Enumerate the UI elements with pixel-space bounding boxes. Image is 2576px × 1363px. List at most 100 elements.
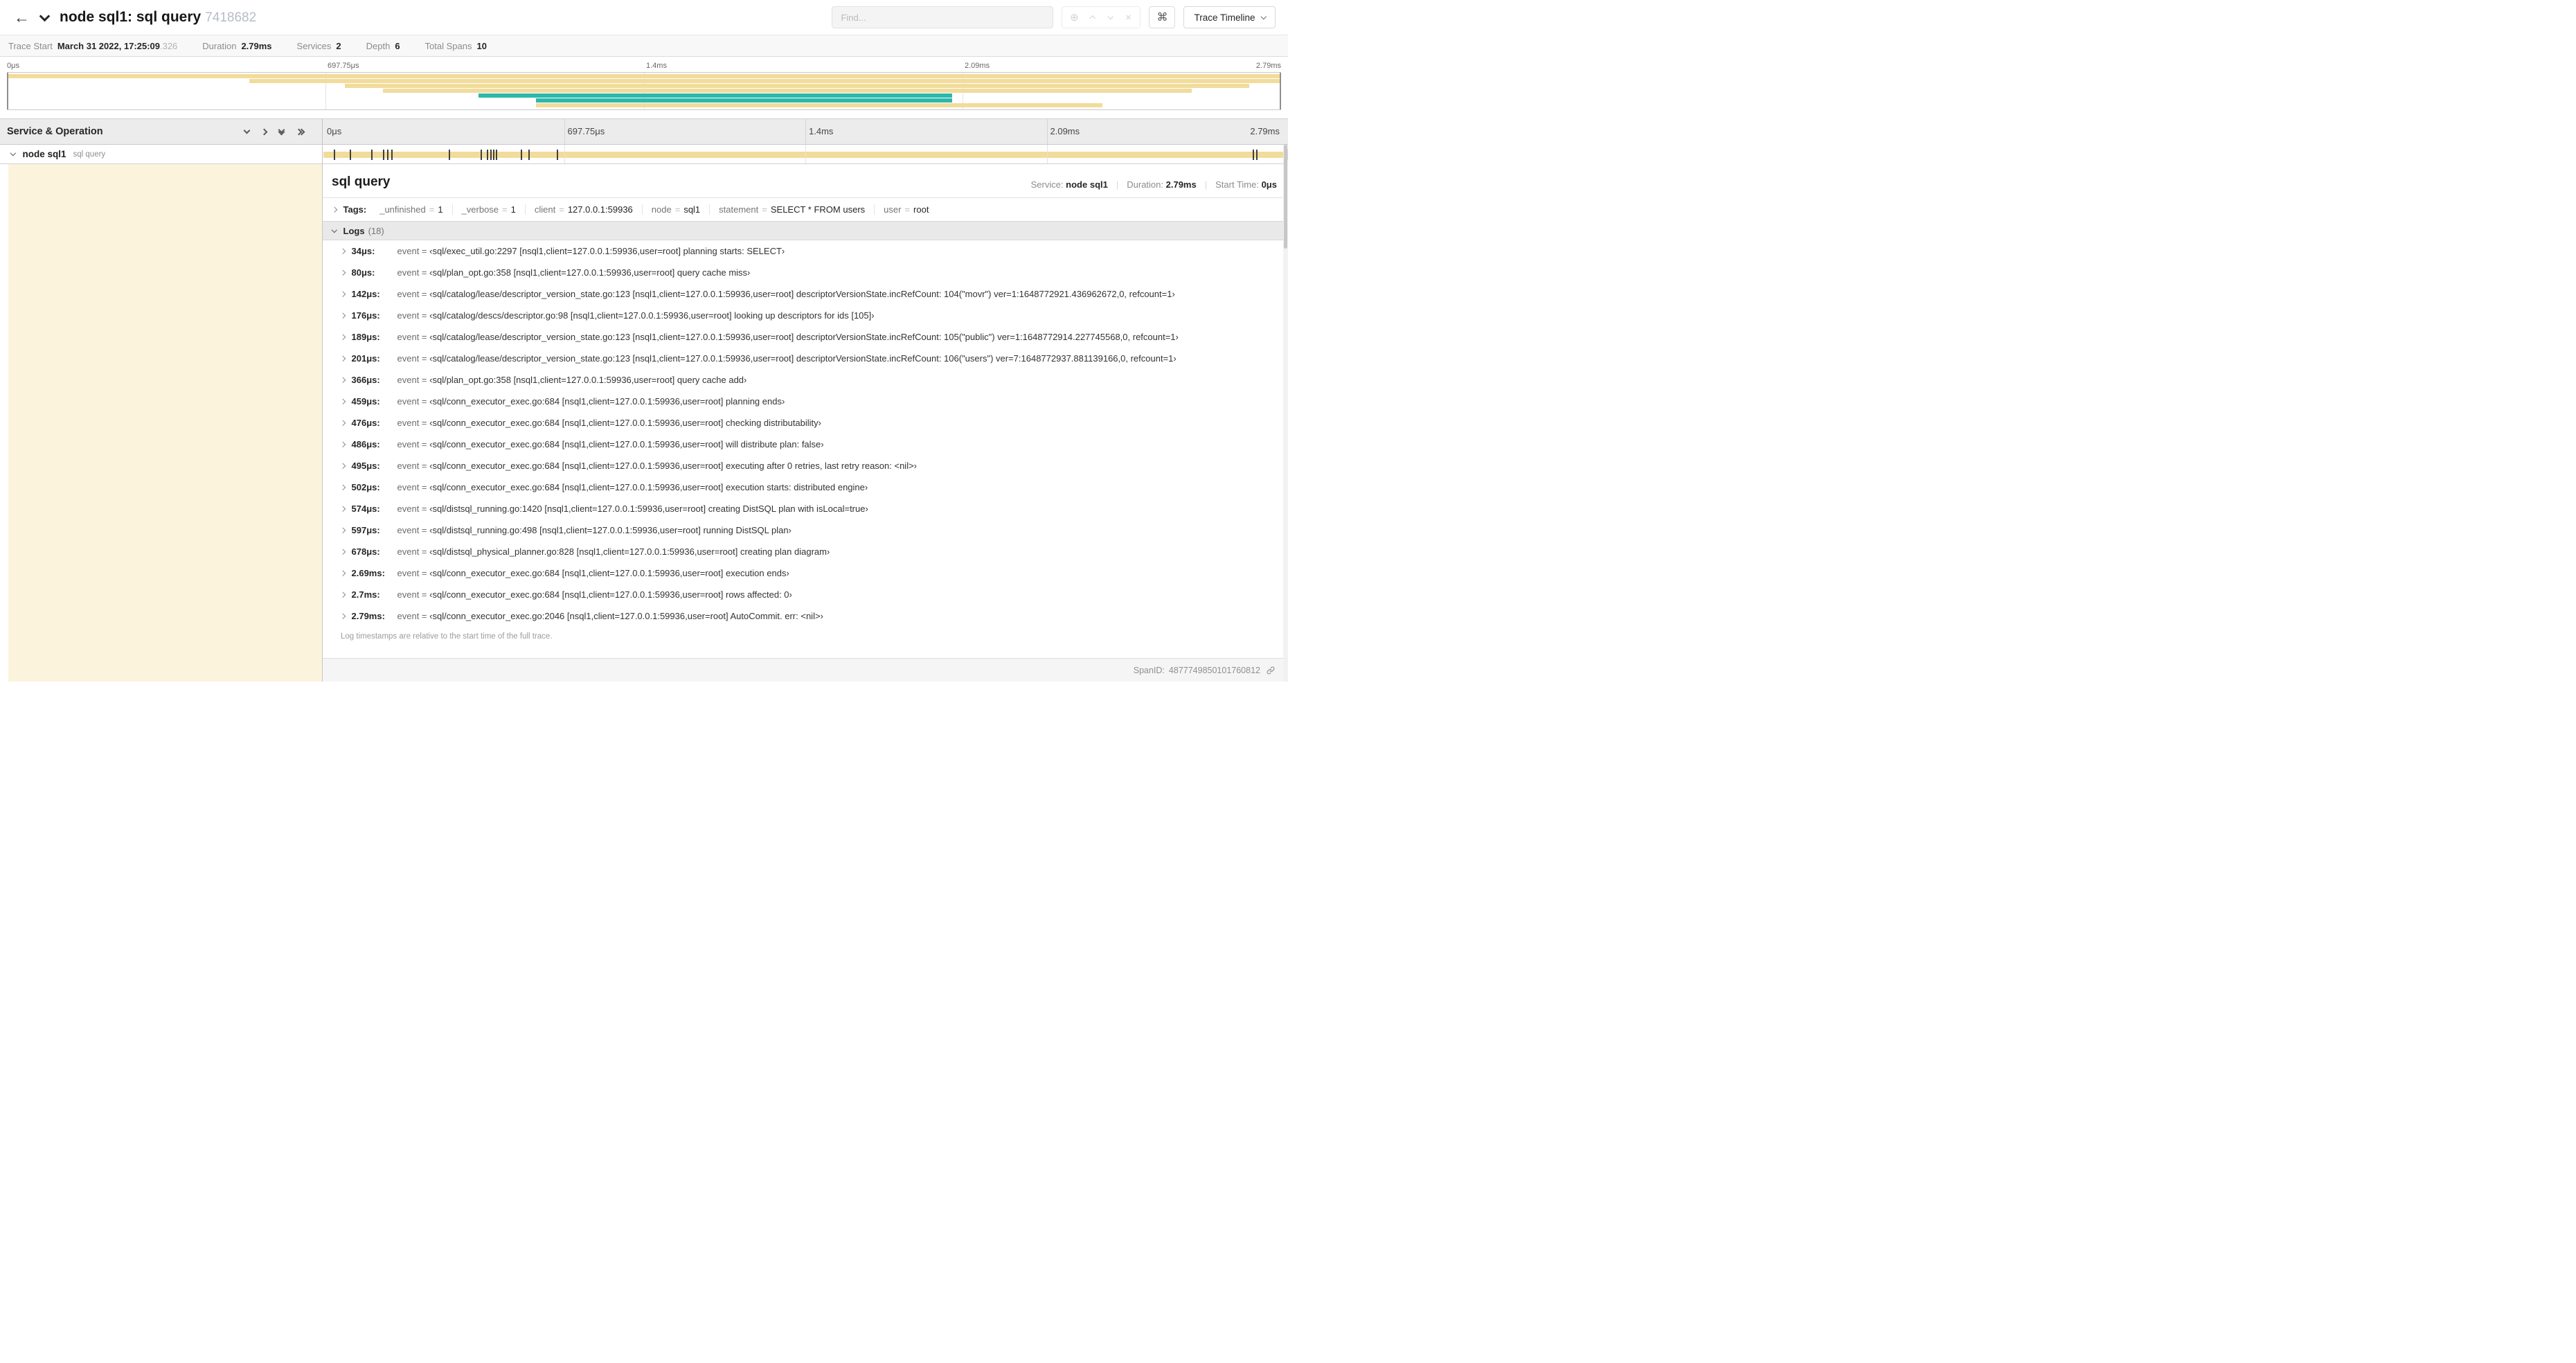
log-marker: [481, 150, 483, 160]
tag-equals: =: [762, 204, 767, 215]
log-row[interactable]: 476μs: event = ‹sql/conn_executor_exec.go…: [323, 412, 1288, 434]
chevron-right-icon: [339, 248, 346, 254]
log-value: ‹sql/distsql_physical_planner.go:828 [ns…: [429, 546, 830, 557]
tag-item[interactable]: _verbose = 1: [451, 204, 525, 215]
log-row[interactable]: 176μs: event = ‹sql/catalog/descs/descrip…: [323, 305, 1288, 326]
log-row[interactable]: 34μs: event = ‹sql/exec_util.go:2297 [nsq…: [323, 240, 1288, 262]
log-marker: [349, 150, 351, 160]
tags-row[interactable]: Tags: _unfinished = 1 _verbose = 1 client = 127.…: [323, 198, 1288, 221]
log-timestamp: 189μs:: [351, 332, 380, 342]
back-button[interactable]: ←: [14, 9, 30, 26]
minimap-canvas[interactable]: [7, 72, 1281, 110]
log-row[interactable]: 189μs: event = ‹sql/catalog/lease/descrip…: [323, 326, 1288, 348]
log-field: event = ‹sql/catalog/lease/descriptor_ve…: [397, 332, 1179, 342]
log-field: event = ‹sql/conn_executor_exec.go:684 […: [397, 461, 918, 471]
minimap-time-labels: 0μs 697.75μs 1.4ms 2.09ms 2.79ms: [7, 60, 1281, 72]
log-value: ‹sql/conn_executor_exec.go:684 [nsql1,cl…: [429, 418, 821, 428]
axis-tick-label: 0μs: [327, 126, 342, 136]
span-name-row[interactable]: node sql1 sql query: [0, 145, 322, 164]
minimap-right-handle[interactable]: [1280, 73, 1281, 109]
expand-all-icon[interactable]: [295, 128, 305, 135]
log-row[interactable]: 459μs: event = ‹sql/conn_executor_exec.go…: [323, 391, 1288, 412]
tag-value: 127.0.0.1:59936: [567, 204, 633, 215]
log-equals: =: [419, 482, 430, 492]
log-row[interactable]: 502μs: event = ‹sql/conn_executor_exec.go…: [323, 476, 1288, 498]
log-row[interactable]: 597μs: event = ‹sql/distsql_running.go:49…: [323, 519, 1288, 541]
span-timeline-pane: sql query Service: node sql1 | Duration: 2…: [323, 145, 1288, 682]
next-result-icon[interactable]: [1101, 7, 1119, 28]
chevron-right-icon: [339, 377, 346, 383]
log-field: event = ‹sql/plan_opt.go:358 [nsql1,clie…: [397, 375, 747, 385]
tag-item[interactable]: client = 127.0.0.1:59936: [524, 204, 642, 215]
log-row[interactable]: 2.69ms: event = ‹sql/conn_executor_exec.g…: [323, 562, 1288, 584]
log-value: ‹sql/conn_executor_exec.go:684 [nsql1,cl…: [429, 589, 792, 600]
log-row[interactable]: 80μs: event = ‹sql/plan_opt.go:358 [nsql1…: [323, 262, 1288, 283]
log-key: event: [397, 568, 420, 578]
logs-section-header[interactable]: Logs (18): [323, 221, 1288, 240]
service-operation-label: Service & Operation: [7, 126, 103, 137]
collapse-all-icon[interactable]: [278, 126, 285, 135]
prev-result-icon[interactable]: [1083, 7, 1101, 28]
log-timestamp: 2.7ms:: [351, 589, 380, 600]
copy-link-icon[interactable]: [1266, 666, 1276, 675]
expand-one-icon[interactable]: [260, 128, 268, 135]
tag-equals: =: [502, 204, 508, 215]
log-equals: =: [419, 611, 430, 621]
log-row[interactable]: 142μs: event = ‹sql/catalog/lease/descrip…: [323, 283, 1288, 305]
scrollbar[interactable]: [1283, 145, 1288, 682]
tag-item[interactable]: _unfinished = 1: [370, 204, 451, 215]
log-equals: =: [419, 332, 430, 342]
tag-equals: =: [904, 204, 911, 215]
trace-timeline-dropdown[interactable]: Trace Timeline: [1183, 6, 1276, 28]
tree-controls: [243, 126, 305, 135]
axis-gridline: [1046, 119, 1048, 144]
log-marker: [490, 150, 492, 160]
trace-stat-value: March 31 2022, 17:25:09: [57, 40, 160, 51]
service-operation-header: Service & Operation: [0, 119, 323, 144]
span-color-tint: [8, 164, 322, 682]
clear-search-icon[interactable]: ×: [1119, 7, 1137, 28]
log-row[interactable]: 495μs: event = ‹sql/conn_executor_exec.go…: [323, 455, 1288, 476]
locate-icon[interactable]: ⊕: [1065, 7, 1083, 28]
span-id-footer: SpanID: 4877749850101760812: [323, 658, 1288, 682]
log-key: event: [397, 375, 420, 385]
tag-item[interactable]: node = sql1: [641, 204, 709, 215]
log-row[interactable]: 574μs: event = ‹sql/distsql_running.go:14…: [323, 498, 1288, 519]
trace-stat-label: Services: [296, 40, 332, 51]
tag-item[interactable]: statement = SELECT * FROM users: [709, 204, 874, 215]
log-marker: [333, 150, 335, 160]
minimap-span-bar: [7, 74, 1281, 78]
trace-stat: Depth 6: [366, 41, 400, 51]
chevron-right-icon: [339, 613, 346, 619]
trace-stat-label: Duration: [202, 40, 237, 51]
timeline-header: Service & Operation 0μs 697.75μs 1.4ms 2.09…: [0, 118, 1288, 145]
log-key: event: [397, 289, 420, 299]
log-row[interactable]: 2.7ms: event = ‹sql/conn_executor_exec.go…: [323, 584, 1288, 605]
scrollbar-thumb[interactable]: [1284, 145, 1287, 249]
log-value: ‹sql/plan_opt.go:358 [nsql1,client=127.0…: [429, 267, 751, 278]
span-expander-icon: [10, 150, 16, 156]
tag-item[interactable]: user = root: [874, 204, 938, 215]
log-row[interactable]: 678μs: event = ‹sql/distsql_physical_plan…: [323, 541, 1288, 562]
meta-label: Start Time:: [1215, 179, 1262, 190]
chevron-right-icon: [339, 463, 346, 469]
axis-tick-label: 2.79ms: [1250, 126, 1280, 136]
span-timeline-row[interactable]: [323, 145, 1288, 164]
trace-stat-value: 2.79ms: [241, 40, 272, 51]
log-row[interactable]: 366μs: event = ‹sql/plan_opt.go:358 [nsql…: [323, 369, 1288, 391]
log-row[interactable]: 2.79ms: event = ‹sql/conn_executor_exec.g…: [323, 605, 1288, 627]
find-input[interactable]: [832, 6, 1054, 28]
trace-stat-label: Depth: [366, 40, 391, 51]
log-key: event: [397, 267, 420, 278]
log-value: ‹sql/distsql_running.go:498 [nsql1,clien…: [429, 525, 791, 535]
collapse-one-icon[interactable]: [243, 127, 251, 134]
collapse-trace-chevron-icon[interactable]: [39, 10, 51, 24]
log-row[interactable]: 486μs: event = ‹sql/conn_executor_exec.go…: [323, 434, 1288, 455]
tag-value: SELECT * FROM users: [770, 204, 866, 215]
log-timestamp: 495μs:: [351, 461, 380, 471]
minimap-left-handle[interactable]: [7, 73, 8, 109]
log-row[interactable]: 201μs: event = ‹sql/catalog/lease/descrip…: [323, 348, 1288, 369]
keyboard-shortcuts-button[interactable]: ⌘: [1149, 6, 1176, 28]
log-value: ‹sql/conn_executor_exec.go:684 [nsql1,cl…: [429, 461, 918, 471]
trace-stat-label: Trace Start: [8, 40, 53, 51]
